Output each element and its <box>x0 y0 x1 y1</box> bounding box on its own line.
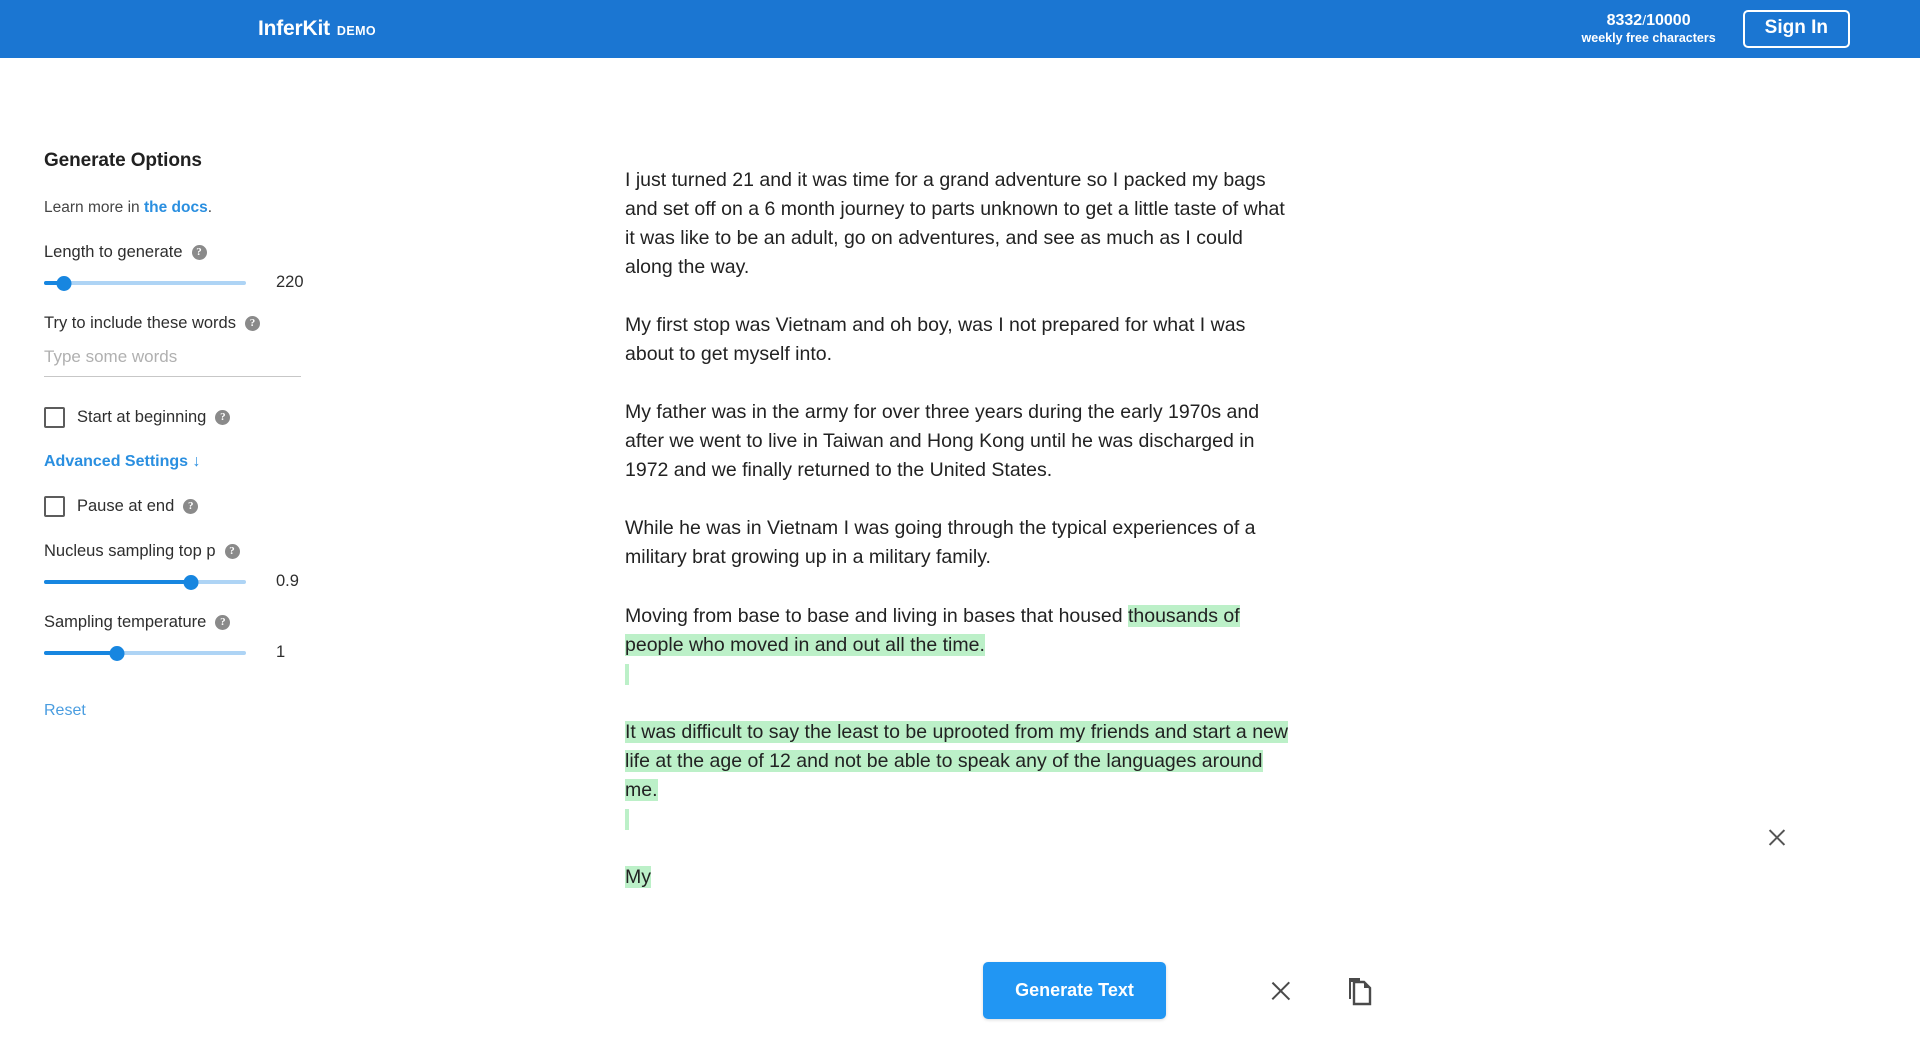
advanced-settings-toggle[interactable]: Advanced Settings ↓ <box>44 453 200 471</box>
paragraph: My first stop was Vietnam and oh boy, wa… <box>625 314 1246 366</box>
slider-fill <box>44 650 117 655</box>
help-icon[interactable]: ? <box>244 316 260 331</box>
start-at-beginning-label: Start at beginning ? <box>77 408 231 427</box>
top-p-label-text: Nucleus sampling top p <box>44 542 216 560</box>
generate-text-button[interactable]: Generate Text <box>983 962 1166 1019</box>
pause-at-end-checkbox[interactable] <box>44 496 65 517</box>
top-p-label: Nucleus sampling top p ? <box>44 542 440 561</box>
include-words-input[interactable] <box>44 344 301 377</box>
brand-logo[interactable]: InferKit DEMO <box>258 17 376 41</box>
quota-total: 10000 <box>1646 12 1691 30</box>
paragraph-highlighted: My <box>625 863 1290 892</box>
learn-more-suffix: . <box>207 199 212 216</box>
temperature-label-text: Sampling temperature <box>44 613 207 631</box>
paragraph-partially-highlighted: Moving from base to base and living in b… <box>625 602 1290 689</box>
paragraph: I just turned 21 and it was time for a g… <box>625 169 1285 279</box>
top-p-slider-row: 0.9 <box>44 572 440 591</box>
learn-more-prefix: Learn more in <box>44 199 144 216</box>
temperature-slider-row: 1 <box>44 643 440 662</box>
main-content: I just turned 21 and it was time for a g… <box>440 58 1920 1047</box>
length-label-text: Length to generate <box>44 243 183 261</box>
paragraph-plain-part: Moving from base to base and living in b… <box>625 604 1128 627</box>
paragraph-highlighted-text: My <box>625 865 651 888</box>
temperature-value: 1 <box>276 643 286 661</box>
include-words-label-text: Try to include these words <box>44 314 236 332</box>
learn-more-text: Learn more in the docs. <box>44 199 440 217</box>
include-words-label: Try to include these words ? <box>44 314 440 333</box>
length-to-generate-label: Length to generate ? <box>44 243 440 262</box>
panel-title: Generate Options <box>44 150 202 171</box>
slider-thumb[interactable] <box>56 275 72 291</box>
slider-thumb[interactable] <box>183 574 199 590</box>
pause-at-end-label: Pause at end ? <box>77 497 199 516</box>
app-header: InferKit DEMO 8332/10000 weekly free cha… <box>0 0 1920 58</box>
close-icon <box>1264 974 1298 1008</box>
quota-counts: 8332/10000 <box>1582 11 1716 31</box>
page-body: Generate Options Learn more in the docs.… <box>0 58 1920 1047</box>
length-slider-row: 220 <box>44 273 440 292</box>
start-at-beginning-row[interactable]: Start at beginning ? <box>44 407 440 428</box>
top-p-slider[interactable] <box>44 573 246 591</box>
pause-at-end-text: Pause at end <box>77 497 175 515</box>
start-at-beginning-checkbox[interactable] <box>44 407 65 428</box>
paragraph-highlighted: It was difficult to say the least to be … <box>625 718 1290 834</box>
highlight-blank-line <box>625 663 629 685</box>
temperature-slider[interactable] <box>44 644 246 662</box>
start-at-beginning-text: Start at beginning <box>77 408 207 426</box>
quota-used: 8332 <box>1606 12 1643 30</box>
slider-thumb[interactable] <box>109 645 125 661</box>
close-icon <box>1762 822 1792 852</box>
help-icon[interactable]: ? <box>183 499 199 514</box>
logo-demo-badge: DEMO <box>336 24 377 38</box>
generate-options-panel: Generate Options Learn more in the docs.… <box>0 58 440 1047</box>
length-value: 220 <box>276 273 304 291</box>
highlight-blank-line <box>625 809 629 831</box>
paragraph: While he was in Vietnam I was going thro… <box>625 517 1256 569</box>
generated-text-document[interactable]: I just turned 21 and it was time for a g… <box>625 166 1290 892</box>
logo-text: InferKit <box>258 17 330 40</box>
slider-fill <box>44 579 192 584</box>
slider-track <box>44 280 246 285</box>
dismiss-generation-button[interactable] <box>1762 822 1792 852</box>
paragraph: My father was in the army for over three… <box>625 401 1260 482</box>
bottom-toolbar: Generate Text <box>440 962 1920 1019</box>
clear-text-button[interactable] <box>1264 974 1298 1008</box>
copy-icon <box>1348 977 1372 1005</box>
chevron-down-icon: ↓ <box>192 453 201 470</box>
reset-link[interactable]: Reset <box>44 702 86 720</box>
help-icon[interactable]: ? <box>215 615 231 630</box>
top-p-value: 0.9 <box>276 572 299 590</box>
quota-caption: weekly free characters <box>1581 31 1716 46</box>
header-right-group: 8332/10000 weekly free characters Sign I… <box>1582 9 1850 49</box>
temperature-label: Sampling temperature ? <box>44 613 440 632</box>
pause-at-end-row[interactable]: Pause at end ? <box>44 496 440 517</box>
sign-in-button[interactable]: Sign In <box>1742 9 1850 49</box>
advanced-settings-label: Advanced Settings <box>44 453 189 470</box>
help-icon[interactable]: ? <box>215 410 231 425</box>
length-slider[interactable] <box>44 274 246 292</box>
docs-link[interactable]: the docs <box>144 199 208 216</box>
help-icon[interactable]: ? <box>224 544 240 559</box>
paragraph-highlighted-text: It was difficult to say the least to be … <box>625 720 1288 801</box>
quota-display: 8332/10000 weekly free characters <box>1582 11 1716 47</box>
copy-text-button[interactable] <box>1343 974 1377 1008</box>
help-icon[interactable]: ? <box>191 245 207 260</box>
